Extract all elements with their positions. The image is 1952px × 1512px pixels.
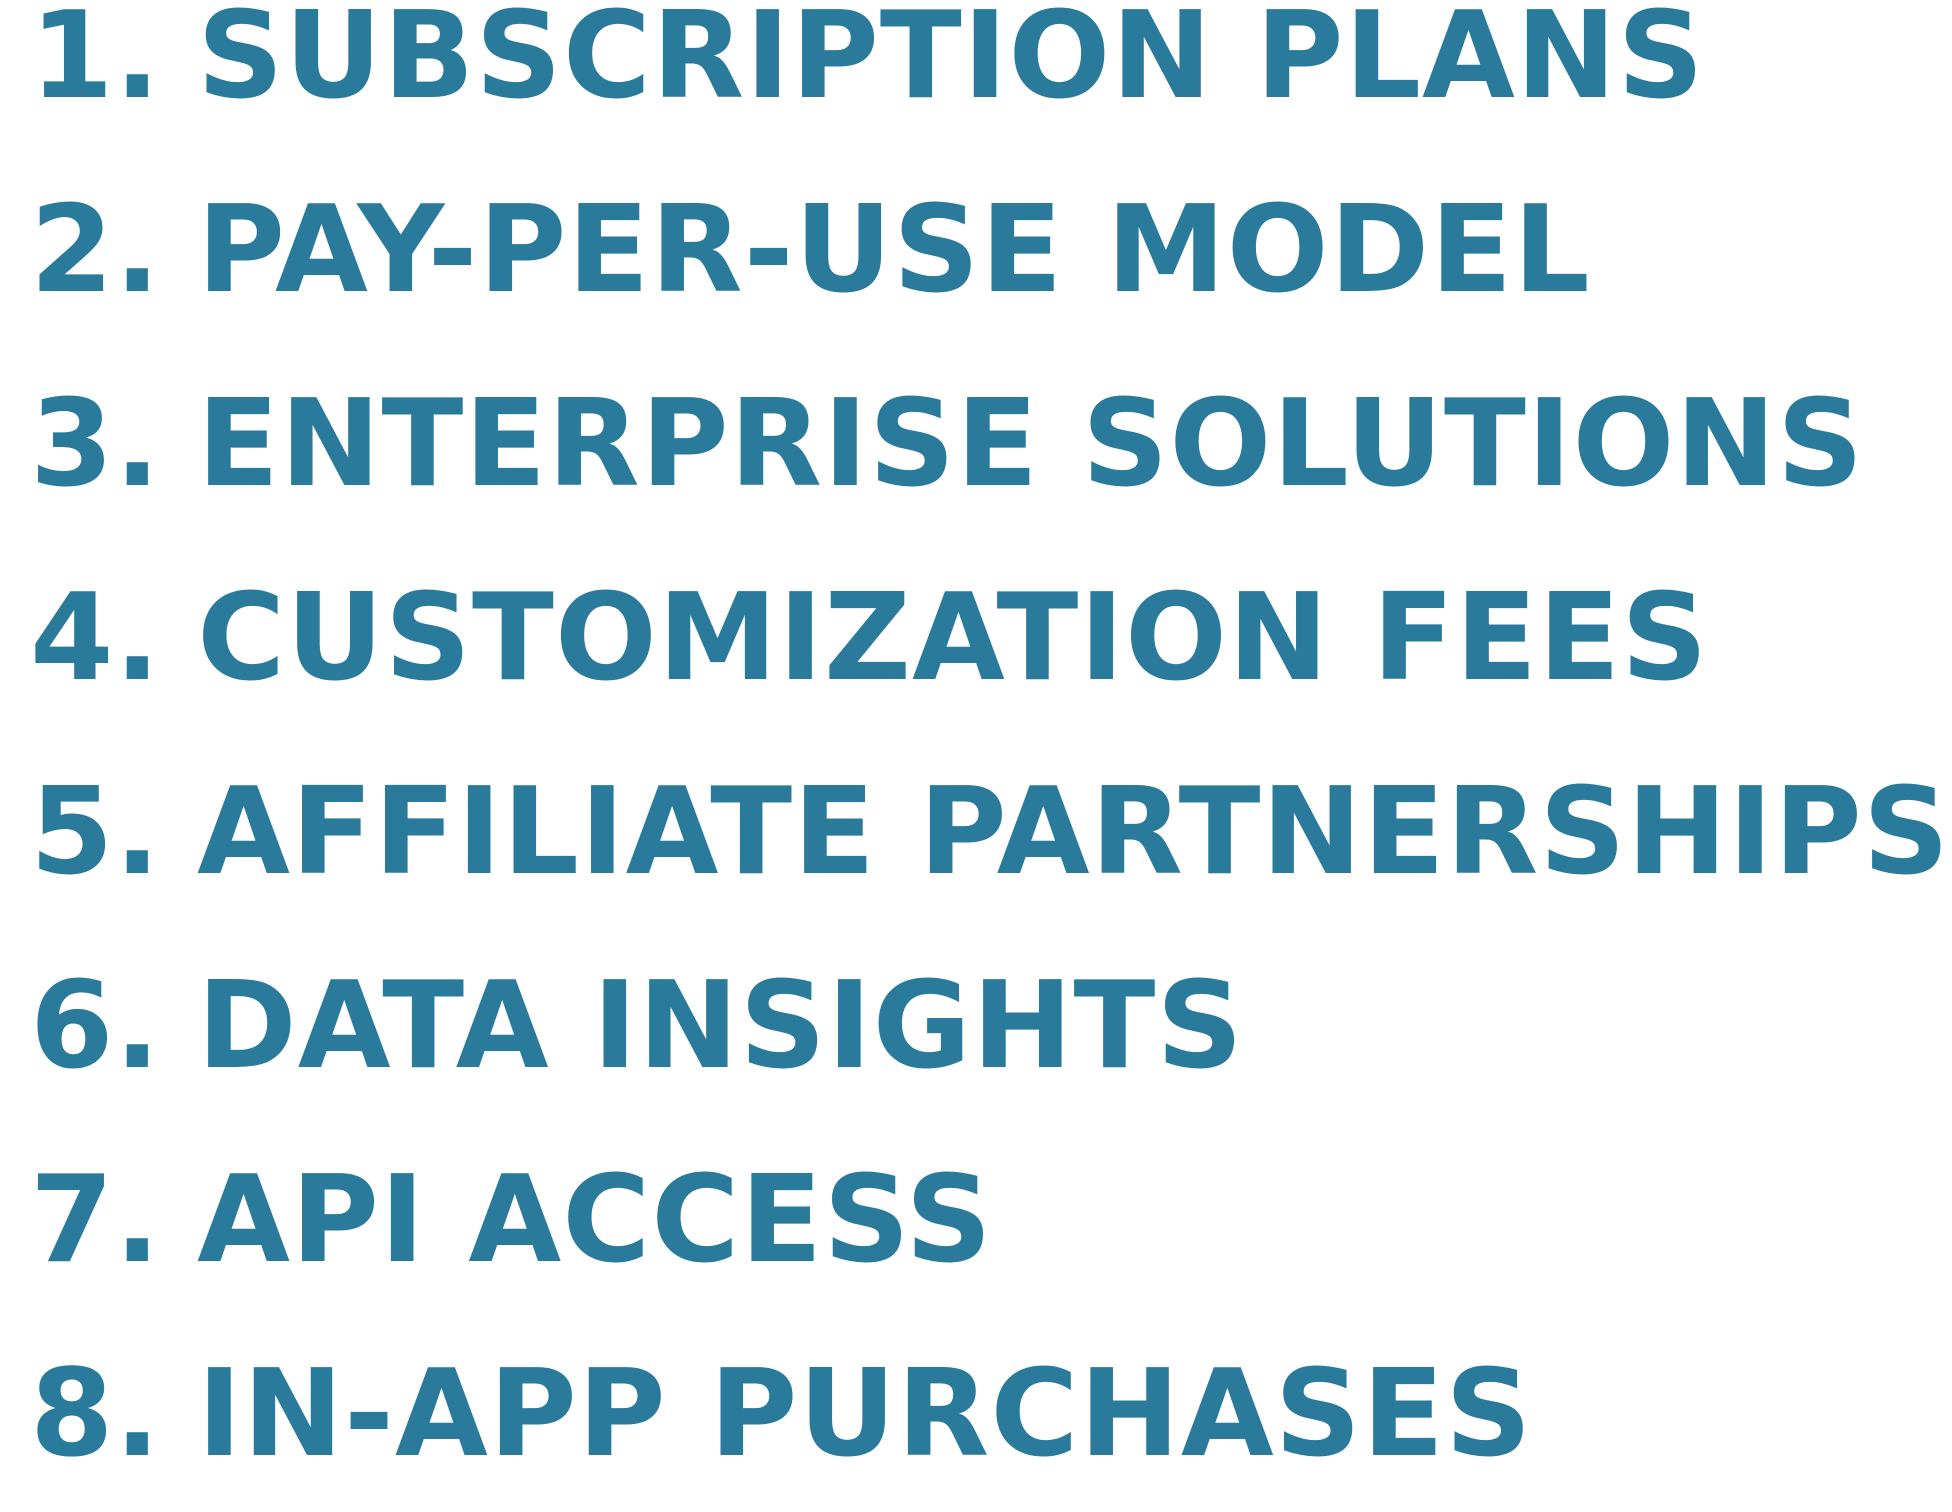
item-label: API ACCESS [197,1151,993,1290]
list-item: 5. AFFILIATE PARTNERSHIPS [30,763,1951,902]
item-label: DATA INSIGHTS [197,957,1244,1096]
revenue-list: 1. SUBSCRIPTION PLANS 2. PAY-PER-USE MODEL… [30,0,1951,1512]
item-number: 8 [30,1345,115,1484]
list-item: 2. PAY-PER-USE MODEL [30,181,1591,320]
item-label: CUSTOMIZATION FEES [197,569,1709,708]
item-number: 2 [30,181,115,320]
item-number: 3 [30,375,115,514]
item-number: 1 [30,0,115,126]
item-label: ENTERPRISE SOLUTIONS [197,375,1865,514]
item-label: AFFILIATE PARTNERSHIPS [197,763,1951,902]
list-item: 7. API ACCESS [30,1151,993,1290]
list-item: 3. ENTERPRISE SOLUTIONS [30,375,1865,514]
list-item: 6. DATA INSIGHTS [30,957,1244,1096]
list-item: 1. SUBSCRIPTION PLANS [30,0,1930,154]
list-item: 8. IN-APP PURCHASES [30,1345,1533,1484]
list-item: 4. CUSTOMIZATION FEES [30,569,1709,708]
item-label: IN-APP PURCHASES [197,1345,1533,1484]
item-label: SUBSCRIPTION PLANS [197,0,1705,126]
item-label: PAY-PER-USE MODEL [197,181,1591,320]
item-number: 7 [30,1151,115,1290]
item-number: 5 [30,763,115,902]
item-number: 4 [30,569,115,708]
item-number: 6 [30,957,115,1096]
